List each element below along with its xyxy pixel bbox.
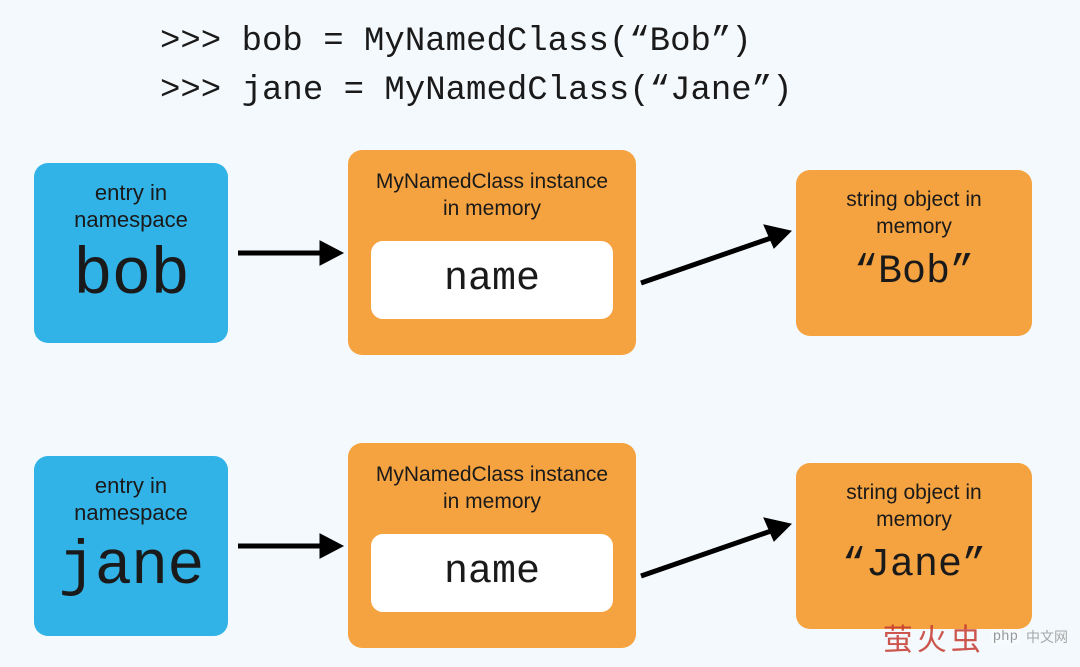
instance-attr-name: name — [371, 534, 613, 612]
instance-caption: MyNamedClass instance in memory — [366, 168, 618, 223]
watermark: 萤火虫 php 中文网 — [883, 615, 1068, 659]
instance-caption: MyNamedClass instance in memory — [366, 461, 618, 516]
namespace-entry-jane: entry in namespace jane — [34, 456, 228, 636]
diagram-row-bob: entry in namespace bob MyNamedClass inst… — [34, 150, 1032, 355]
code-line-2: >>> jane = MyNamedClass(“Jane”) — [160, 67, 793, 116]
arrow-icon — [228, 516, 348, 576]
arrow-icon — [636, 198, 796, 308]
code-block: >>> bob = MyNamedClass(“Bob”) >>> jane =… — [160, 18, 793, 117]
watermark-suffix: 中文网 — [1026, 627, 1068, 647]
arrow-icon — [228, 223, 348, 283]
string-caption: string object in memory — [806, 186, 1022, 241]
string-caption: string object in memory — [806, 479, 1022, 534]
instance-attr-name: name — [371, 241, 613, 319]
string-object-jane: string object in memory “Jane” — [796, 463, 1032, 629]
string-value-bob: “Bob” — [854, 250, 974, 295]
string-value-jane: “Jane” — [842, 543, 986, 588]
namespace-var-jane: jane — [59, 531, 204, 602]
string-object-bob: string object in memory “Bob” — [796, 170, 1032, 336]
instance-box-jane: MyNamedClass instance in memory name — [348, 443, 636, 648]
watermark-php: php — [991, 629, 1020, 645]
namespace-var-bob: bob — [73, 238, 189, 313]
watermark-cn: 萤火虫 — [883, 615, 985, 659]
instance-box-bob: MyNamedClass instance in memory name — [348, 150, 636, 355]
namespace-caption: entry in namespace — [44, 179, 218, 234]
namespace-caption: entry in namespace — [44, 472, 218, 527]
arrow-icon — [636, 491, 796, 601]
code-line-1: >>> bob = MyNamedClass(“Bob”) — [160, 18, 793, 67]
namespace-entry-bob: entry in namespace bob — [34, 163, 228, 343]
